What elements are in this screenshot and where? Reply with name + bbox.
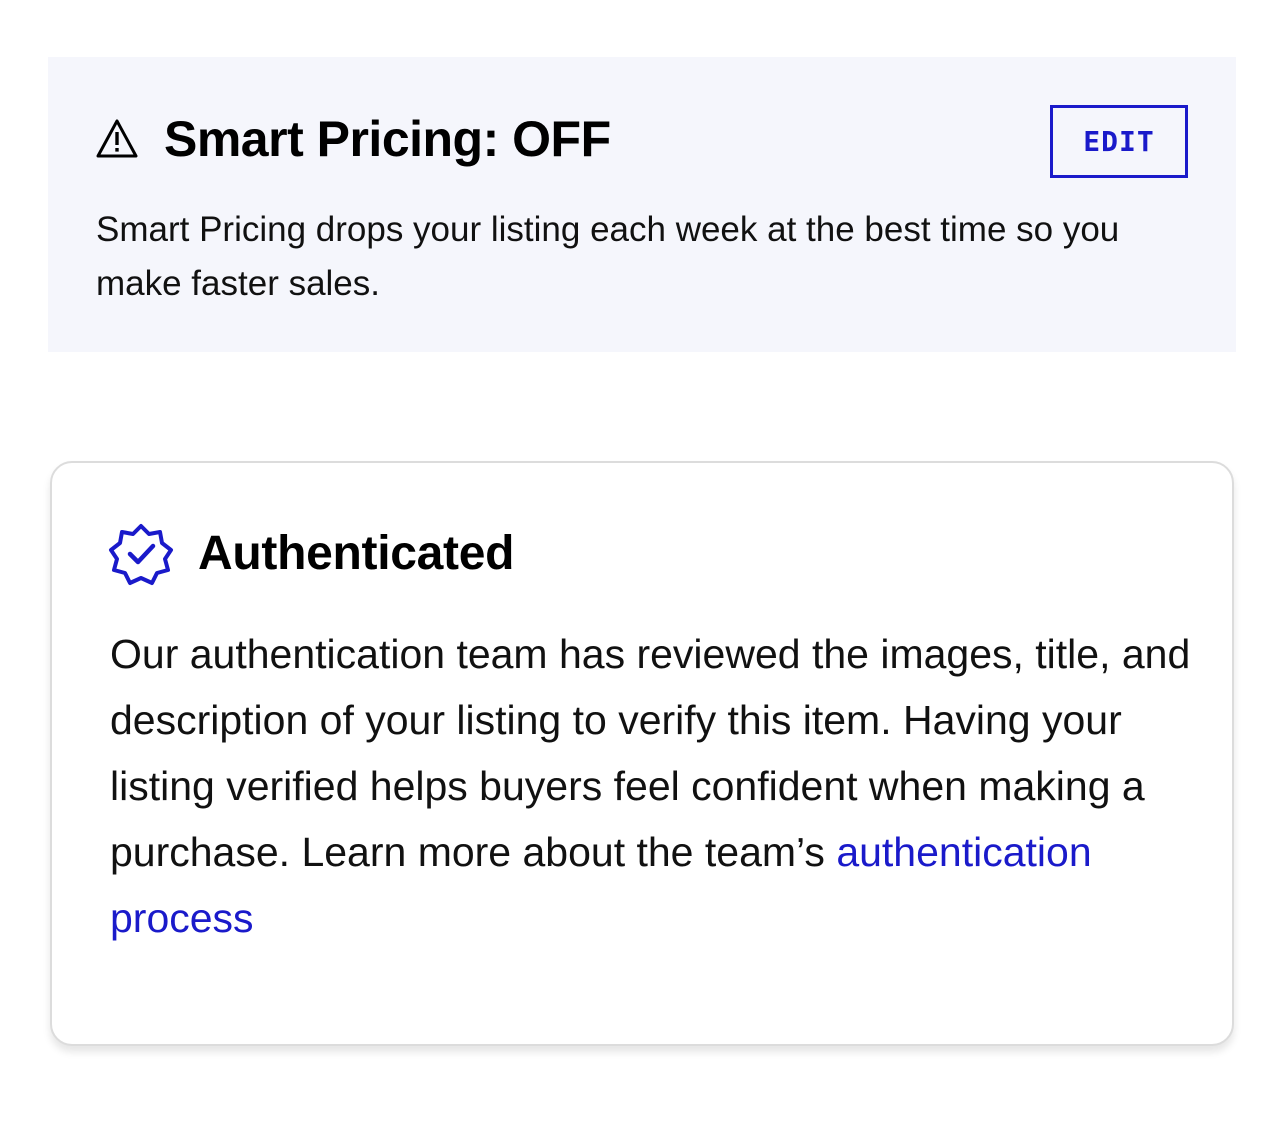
- smart-pricing-description: Smart Pricing drops your listing each we…: [96, 210, 1120, 303]
- smart-pricing-card: Smart Pricing: OFF EDIT Smart Pricing dr…: [48, 57, 1236, 352]
- edit-button[interactable]: EDIT: [1050, 105, 1188, 178]
- authenticated-title: Authenticated: [198, 527, 515, 580]
- authenticated-description: Our authentication team has reviewed the…: [110, 621, 1200, 951]
- authenticated-header: Authenticated: [108, 521, 514, 587]
- authenticated-card: Authenticated Our authentication team ha…: [50, 461, 1234, 1046]
- warning-icon: [96, 118, 138, 160]
- smart-pricing-header: Smart Pricing: OFF: [96, 109, 611, 169]
- smart-pricing-title: Smart Pricing: OFF: [164, 111, 611, 167]
- verified-badge-icon: [108, 521, 174, 587]
